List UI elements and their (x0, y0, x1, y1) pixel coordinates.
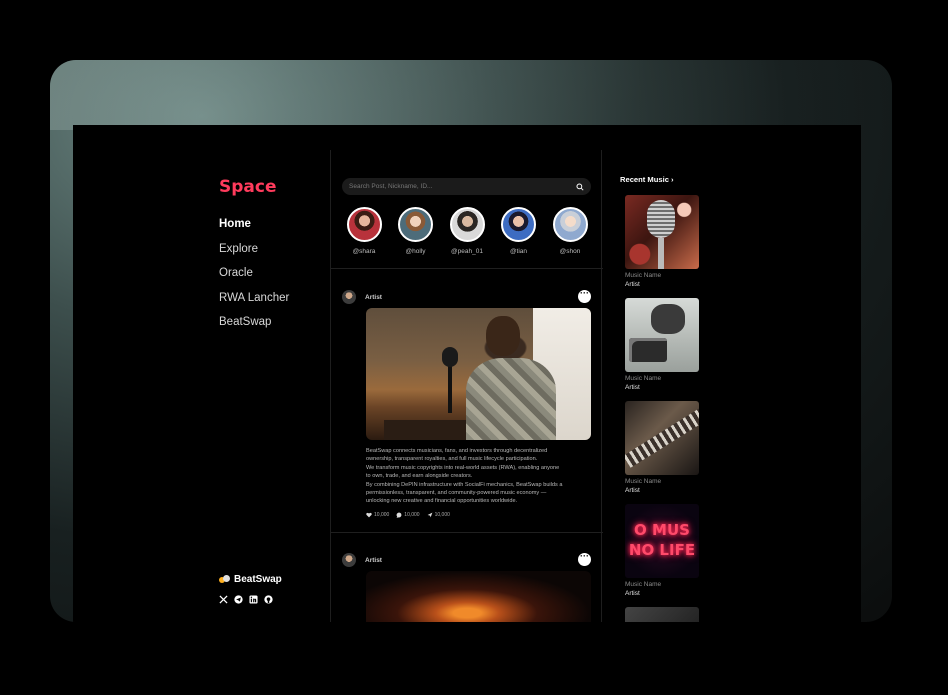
avatar[interactable] (342, 290, 356, 304)
post-author[interactable]: Artist (365, 557, 382, 564)
app-screen: Space Home Explore Oracle RWA Lancher Be… (73, 125, 861, 622)
nav-item-explore[interactable]: Explore (219, 242, 289, 267)
nav-item-oracle[interactable]: Oracle (219, 266, 289, 291)
story-item[interactable]: @shara (345, 207, 383, 255)
post-text-line: By combining DePIN infrastructure with S… (366, 481, 563, 488)
linkedin-icon[interactable] (249, 595, 258, 604)
brand-logo[interactable]: Space (219, 177, 277, 197)
story-item[interactable]: @peah_01 (448, 207, 486, 255)
avatar (501, 207, 536, 242)
social-links (219, 595, 273, 604)
music-name: Music Name (625, 581, 662, 588)
search-input[interactable] (349, 183, 576, 190)
post-text-line: permissionless, transparent, and communi… (366, 490, 547, 497)
artist-head (486, 316, 520, 356)
music-thumbnail (625, 401, 699, 475)
share-count: 10,000 (434, 512, 450, 518)
desk (384, 420, 474, 440)
post-text-line: ownership, transparent royalties, and fu… (366, 456, 538, 463)
recent-music-list: Music Name Artist Music Name Artist Musi… (625, 195, 699, 622)
avatar (552, 207, 588, 242)
comment-button[interactable]: 10,000 (396, 512, 420, 518)
music-thumbnail (625, 195, 699, 269)
story-handle: @shon (559, 248, 581, 255)
divider (331, 268, 603, 269)
neon-sign-text: NO LIFE (628, 541, 696, 559)
music-name: Music Name (625, 478, 662, 485)
nav-item-beatswap[interactable]: BeatSwap (219, 315, 289, 340)
music-artist: Artist (625, 487, 640, 494)
x-icon[interactable] (219, 595, 228, 604)
feed-column: @shara @holly @peah_01 @tian @shon (330, 150, 603, 622)
comment-icon (396, 512, 402, 518)
music-name: Music Name (625, 272, 662, 279)
post-header: Artist (342, 553, 382, 567)
music-name: Music Name (625, 375, 662, 382)
like-button[interactable]: 10,000 (366, 512, 389, 518)
comment-count: 10,000 (404, 512, 420, 518)
more-options-icon[interactable]: ··· (578, 552, 591, 566)
music-card[interactable]: Music Name Artist (625, 401, 699, 504)
stories-row: @shara @holly @peah_01 @tian @shon (345, 207, 589, 255)
story-item[interactable]: @shon (551, 207, 589, 255)
footer-brand-label: BeatSwap (234, 574, 282, 585)
artist-body (466, 358, 556, 440)
footer-brand[interactable]: BeatSwap (219, 574, 282, 585)
music-thumbnail: O MUS NO LIFE (625, 504, 699, 578)
post-body: BeatSwap connects musicians, fans, and i… (366, 447, 591, 506)
neon-sign-text: O MUS (634, 521, 690, 539)
nav-item-rwa-lancher[interactable]: RWA Lancher (219, 291, 289, 316)
search-bar (342, 178, 591, 195)
music-card[interactable]: Music Name Artist (625, 195, 699, 298)
music-artist: Artist (625, 384, 640, 391)
music-thumbnail (625, 298, 699, 372)
post-text-line: BeatSwap connects musicians, fans, and i… (366, 448, 548, 454)
like-count: 10,000 (374, 512, 390, 518)
music-card[interactable]: Music Name Artist (625, 298, 699, 401)
music-card[interactable]: O MUS NO LIFE Music Name Artist (625, 504, 699, 607)
recent-music-title[interactable]: Recent Music › (620, 175, 674, 184)
story-handle: @holly (405, 248, 426, 255)
post-stats: 10,000 10,000 10,000 (366, 512, 450, 518)
avatar (449, 207, 485, 242)
heart-icon (366, 512, 372, 518)
sidebar-nav: Home Explore Oracle RWA Lancher BeatSwap (219, 217, 289, 340)
github-icon[interactable] (264, 595, 273, 604)
music-artist: Artist (625, 590, 640, 597)
music-thumbnail (625, 607, 699, 622)
send-icon (427, 512, 432, 518)
telegram-icon[interactable] (234, 595, 243, 604)
story-item[interactable]: @holly (397, 207, 435, 255)
post-text-line: to own, trade, and earn alongside creato… (366, 473, 473, 480)
avatar[interactable] (342, 553, 356, 567)
nav-item-home[interactable]: Home (219, 217, 289, 242)
post-header: Artist (342, 290, 382, 304)
microphone (442, 347, 458, 413)
post-text-line: We transform music copyrights into real-… (366, 464, 560, 471)
post-text-line: unlocking new creative and financial opp… (366, 498, 518, 505)
music-artist: Artist (625, 281, 640, 288)
post-author[interactable]: Artist (365, 294, 382, 301)
beatswap-logo-icon (219, 574, 230, 585)
share-button[interactable]: 10,000 (427, 512, 450, 518)
avatar (398, 207, 433, 242)
avatar (346, 207, 382, 242)
story-item[interactable]: @tian (500, 207, 538, 255)
story-handle: @peah_01 (451, 248, 483, 255)
post-image[interactable] (366, 308, 591, 440)
more-options-icon[interactable]: ··· (578, 289, 591, 303)
post-image[interactable] (366, 571, 591, 622)
search-icon[interactable] (576, 182, 584, 191)
music-card[interactable] (625, 607, 699, 622)
story-handle: @shara (352, 248, 376, 255)
story-handle: @tian (509, 248, 528, 255)
divider (331, 532, 603, 533)
device-frame: Space Home Explore Oracle RWA Lancher Be… (50, 60, 892, 622)
